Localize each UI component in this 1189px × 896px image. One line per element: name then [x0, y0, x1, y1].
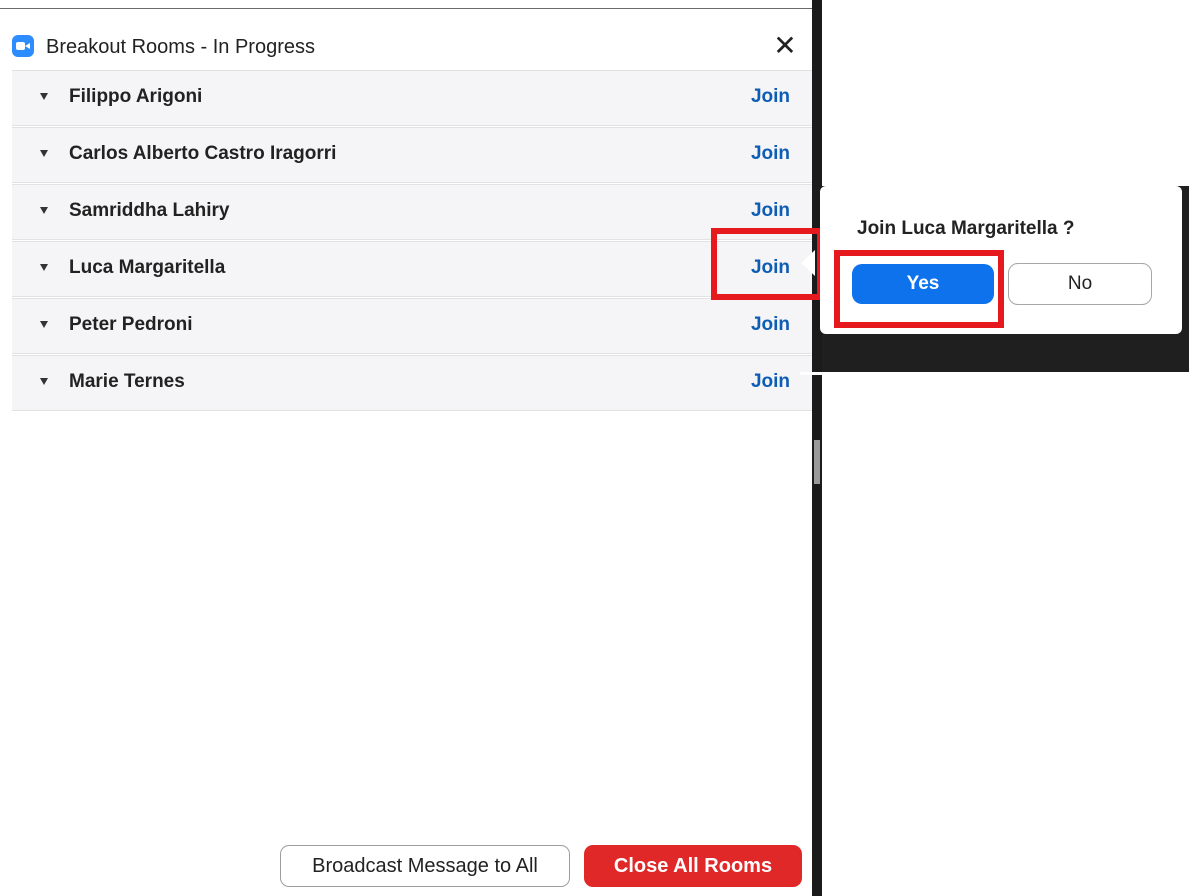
room-row[interactable]: Carlos Alberto Castro Iragorri Join — [12, 127, 812, 183]
popover-pointer — [801, 250, 815, 276]
expand-caret-icon[interactable] — [40, 378, 48, 385]
room-row[interactable]: Peter Pedroni Join — [12, 298, 812, 354]
room-name: Filippo Arigoni — [69, 86, 203, 107]
annotation-highlight-yes — [834, 250, 1004, 328]
expand-caret-icon[interactable] — [40, 264, 48, 271]
room-row[interactable]: Luca Margaritella Join — [12, 241, 812, 297]
room-row[interactable]: Filippo Arigoni Join — [12, 70, 812, 126]
row-connector — [800, 372, 822, 375]
background-area — [812, 0, 1189, 896]
room-name: Marie Ternes — [69, 371, 185, 392]
close-all-rooms-button[interactable]: Close All Rooms — [584, 845, 802, 887]
join-link[interactable]: Join — [751, 200, 790, 222]
breakout-rooms-window: Breakout Rooms - In Progress ✕ Filippo A… — [0, 0, 812, 896]
room-name: Samriddha Lahiry — [69, 200, 230, 221]
join-link[interactable]: Join — [751, 314, 790, 336]
room-row[interactable]: Samriddha Lahiry Join — [12, 184, 812, 240]
room-name: Peter Pedroni — [69, 314, 193, 335]
zoom-camera-icon — [12, 35, 34, 57]
scroll-grip — [814, 440, 820, 484]
join-link[interactable]: Join — [751, 371, 790, 393]
join-link[interactable]: Join — [751, 86, 790, 108]
expand-caret-icon[interactable] — [40, 93, 48, 100]
close-icon[interactable]: ✕ — [770, 31, 800, 61]
room-name: Luca Margaritella — [69, 257, 226, 278]
join-link[interactable]: Join — [751, 143, 790, 165]
broadcast-message-button[interactable]: Broadcast Message to All — [280, 845, 570, 887]
room-name: Carlos Alberto Castro Iragorri — [69, 143, 337, 164]
room-row[interactable]: Marie Ternes Join — [12, 355, 812, 411]
window-title: Breakout Rooms - In Progress — [46, 36, 315, 58]
popover-question: Join Luca Margaritella ? — [857, 218, 1075, 239]
expand-caret-icon[interactable] — [40, 207, 48, 214]
title-bar: Breakout Rooms - In Progress ✕ — [0, 8, 812, 73]
no-button[interactable]: No — [1008, 263, 1152, 305]
expand-caret-icon[interactable] — [40, 321, 48, 328]
expand-caret-icon[interactable] — [40, 150, 48, 157]
room-list: Filippo Arigoni Join Carlos Alberto Cast… — [12, 70, 812, 412]
